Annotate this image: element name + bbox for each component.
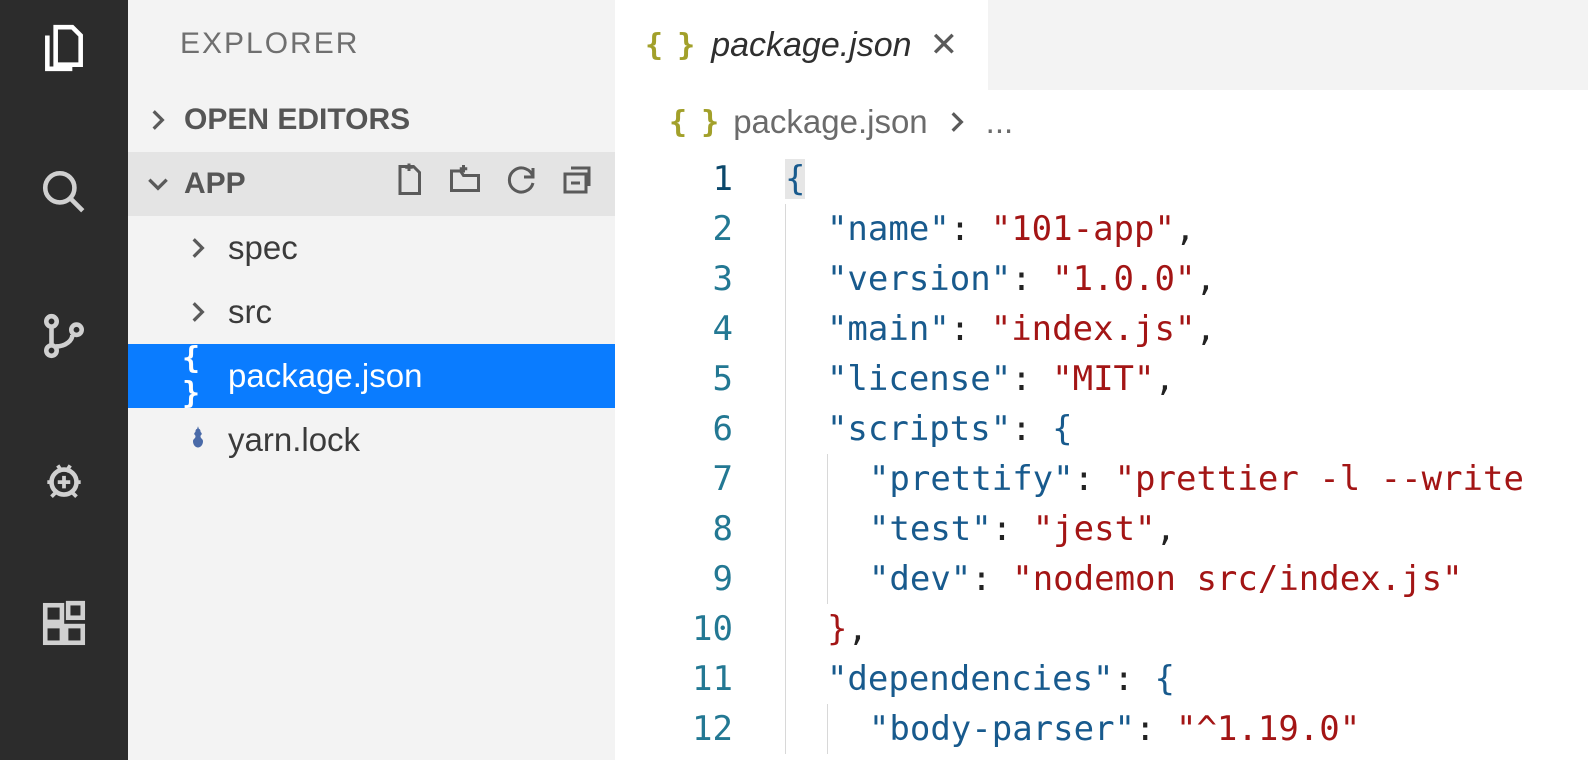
app-section-actions [391, 162, 615, 206]
folder-label: src [228, 293, 272, 331]
json-icon: { } [182, 341, 214, 411]
explorer-sidebar: EXPLORER OPEN EDITORS APP spec src { } [128, 0, 615, 760]
breadcrumb-more: ... [986, 103, 1014, 141]
folder-src[interactable]: src [128, 280, 615, 344]
refresh-icon[interactable] [503, 162, 539, 206]
app-section-label: APP [184, 167, 379, 201]
app-section[interactable]: APP [128, 152, 615, 216]
debug-icon[interactable] [36, 452, 92, 508]
code-content[interactable]: { "name": "101-app", "version": "1.0.0",… [785, 154, 1588, 760]
app-root: EXPLORER OPEN EDITORS APP spec src { } [0, 0, 1588, 760]
open-editors-section[interactable]: OPEN EDITORS [128, 88, 615, 152]
new-folder-icon[interactable] [447, 162, 483, 206]
breadcrumb[interactable]: { } package.json ... [615, 90, 1588, 154]
collapse-all-icon[interactable] [559, 162, 595, 206]
json-icon: { } [669, 105, 717, 140]
file-label: package.json [228, 357, 422, 395]
tab-package-json[interactable]: { } package.json ✕ [615, 0, 989, 90]
file-yarn-lock[interactable]: yarn.lock [128, 408, 615, 472]
file-label: yarn.lock [228, 421, 360, 459]
chevron-right-icon [182, 299, 214, 325]
file-package-json[interactable]: { } package.json [128, 344, 615, 408]
breadcrumb-file: package.json [733, 103, 927, 141]
chevron-right-icon [182, 235, 214, 261]
explorer-title: EXPLORER [128, 0, 615, 88]
chevron-right-icon [144, 107, 172, 133]
chevron-down-icon [144, 171, 172, 197]
source-control-icon[interactable] [36, 308, 92, 364]
editor-tabs: { } package.json ✕ [615, 0, 1588, 90]
activity-bar [0, 0, 128, 760]
json-icon: { } [645, 28, 693, 63]
new-file-icon[interactable] [391, 162, 427, 206]
files-icon[interactable] [36, 20, 92, 76]
folder-spec[interactable]: spec [128, 216, 615, 280]
folder-label: spec [228, 229, 298, 267]
gutter: 123456789101112 [615, 154, 785, 760]
chevron-right-icon [944, 109, 970, 135]
extensions-icon[interactable] [36, 596, 92, 652]
tab-label: package.json [711, 26, 911, 65]
close-icon[interactable]: ✕ [930, 25, 959, 65]
code-area[interactable]: 123456789101112 { "name": "101-app", "ve… [615, 154, 1588, 760]
editor-pane: { } package.json ✕ { } package.json ... … [615, 0, 1588, 760]
open-editors-label: OPEN EDITORS [184, 103, 410, 137]
yarn-icon [182, 425, 214, 455]
search-icon[interactable] [36, 164, 92, 220]
